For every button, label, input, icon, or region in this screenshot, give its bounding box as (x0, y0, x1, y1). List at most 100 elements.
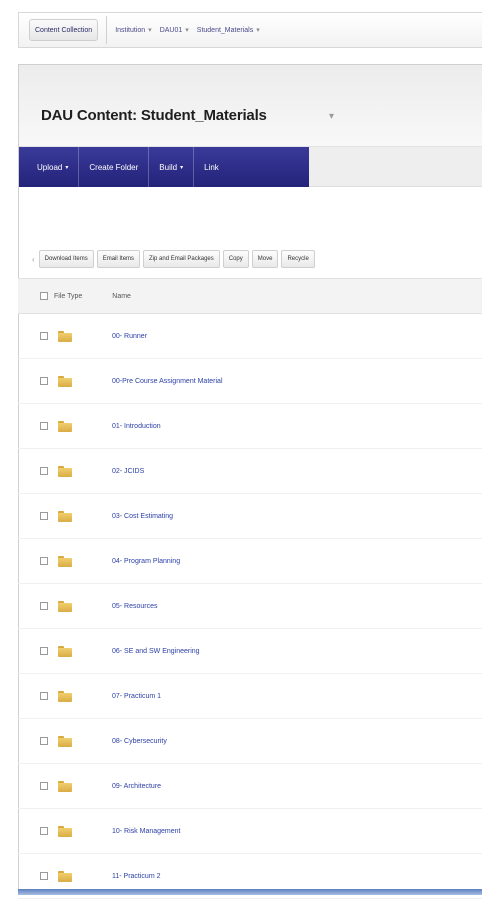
breadcrumb: Content Collection Institution ▾ DAU01 ▾… (18, 12, 482, 48)
chevron-down-icon: ▾ (65, 164, 69, 171)
create-folder-button[interactable]: Create Folder (79, 147, 150, 187)
breadcrumb-label: Student_Materials (196, 26, 254, 34)
table-row[interactable]: 10- Risk Management (18, 809, 482, 854)
folder-icon (58, 735, 72, 747)
folder-icon (58, 510, 72, 522)
button-label: Download Items (44, 256, 88, 262)
table-row[interactable]: 05- Resources (18, 584, 482, 629)
folder-name-link[interactable]: 09- Architecture (112, 783, 161, 790)
button-label: Recycle (287, 256, 309, 262)
file-table: File Type Name 00- Runner 00-Pre Course A… (18, 278, 482, 899)
row-checkbox[interactable] (40, 332, 48, 340)
chevron-down-icon[interactable]: ▾ (185, 26, 189, 34)
breadcrumb-label: Institution (115, 26, 146, 34)
row-checkbox[interactable] (40, 512, 48, 520)
row-checkbox[interactable] (40, 737, 48, 745)
folder-name-link[interactable]: 06- SE and SW Engineering (112, 648, 200, 655)
upload-label: Upload (37, 162, 63, 172)
chevron-down-icon: ▾ (180, 164, 184, 171)
breadcrumb-item-folder[interactable]: Student_Materials ▾ (196, 26, 260, 35)
row-checkbox[interactable] (40, 377, 48, 385)
build-button[interactable]: Build ▾ (149, 147, 195, 187)
row-checkbox[interactable] (40, 422, 48, 430)
column-header-file-type[interactable]: File Type (54, 293, 82, 300)
copy-button[interactable]: Copy (222, 250, 249, 268)
folder-icon (58, 690, 72, 702)
folder-name-link[interactable]: 05- Resources (112, 603, 158, 610)
folder-name-link[interactable]: 04- Program Planning (112, 558, 180, 565)
row-checkbox[interactable] (40, 647, 48, 655)
link-button[interactable]: Link (194, 147, 229, 187)
folder-icon (58, 330, 72, 342)
row-checkbox[interactable] (40, 692, 48, 700)
chevron-down-icon[interactable]: ▾ (148, 26, 152, 34)
toolbar-handle-icon: ‹ (32, 254, 35, 264)
row-checkbox[interactable] (40, 782, 48, 790)
link-label: Link (204, 162, 219, 172)
table-row[interactable]: 06- SE and SW Engineering (18, 629, 482, 674)
table-row[interactable]: 09- Architecture (18, 764, 482, 809)
table-row[interactable]: 02- JCIDS (18, 449, 482, 494)
folder-icon (58, 600, 72, 612)
file-action-toolbar: ‹ Download Items Email Items Zip and Ema… (32, 250, 318, 268)
zip-and-email-button[interactable]: Zip and Email Packages (143, 250, 220, 268)
button-label: Zip and Email Packages (149, 256, 214, 262)
folder-name-link[interactable]: 10- Risk Management (112, 828, 180, 835)
content-collection-label: Content Collection (35, 26, 93, 34)
email-items-button[interactable]: Email Items (96, 250, 141, 268)
row-checkbox[interactable] (40, 557, 48, 565)
folder-icon (58, 555, 72, 567)
table-body: 00- Runner 00-Pre Course Assignment Mater… (18, 314, 482, 899)
table-row[interactable]: 00-Pre Course Assignment Material (18, 359, 482, 404)
row-checkbox[interactable] (40, 602, 48, 610)
divider (106, 16, 108, 44)
table-row[interactable]: 00- Runner (18, 314, 482, 359)
upload-button[interactable]: Upload ▾ (27, 147, 80, 187)
folder-name-link[interactable]: 00-Pre Course Assignment Material (112, 378, 223, 385)
page-title: DAU Content: Student_Materials (41, 107, 267, 124)
button-label: Copy (228, 256, 243, 262)
folder-icon (58, 645, 72, 657)
select-all-checkbox[interactable] (40, 292, 48, 300)
folder-icon (58, 420, 72, 432)
button-label: Email Items (102, 256, 135, 262)
chevron-down-icon[interactable]: ▾ (329, 111, 334, 122)
table-row[interactable]: 03- Cost Estimating (18, 494, 482, 539)
recycle-button[interactable]: Recycle (281, 250, 315, 268)
folder-icon (58, 375, 72, 387)
create-folder-label: Create Folder (89, 162, 139, 172)
build-label: Build (159, 162, 178, 172)
move-button[interactable]: Move (251, 250, 279, 268)
taskbar-edge (18, 889, 482, 895)
table-row[interactable]: 08- Cybersecurity (18, 719, 482, 764)
folder-icon (58, 870, 72, 882)
table-row[interactable]: 07- Practicum 1 (18, 674, 482, 719)
table-header: File Type Name (18, 278, 482, 314)
button-label: Move (257, 256, 273, 262)
folder-name-link[interactable]: 07- Practicum 1 (112, 693, 161, 700)
folder-icon (58, 465, 72, 477)
table-row[interactable]: 04- Program Planning (18, 539, 482, 584)
breadcrumb-item-course[interactable]: DAU01 ▾ (159, 26, 189, 35)
chevron-down-icon[interactable]: ▾ (256, 26, 260, 34)
folder-name-link[interactable]: 11- Practicum 2 (112, 873, 161, 880)
folder-name-link[interactable]: 03- Cost Estimating (112, 513, 173, 520)
row-checkbox[interactable] (40, 827, 48, 835)
table-row[interactable]: 01- Introduction (18, 404, 482, 449)
action-button-group: Upload ▾ Create Folder Build ▾ Link (19, 147, 309, 187)
folder-name-link[interactable]: 08- Cybersecurity (112, 738, 167, 745)
action-bar: Upload ▾ Create Folder Build ▾ Link (19, 147, 482, 187)
column-header-name[interactable]: Name (112, 293, 131, 300)
folder-name-link[interactable]: 00- Runner (112, 333, 147, 340)
row-checkbox[interactable] (40, 872, 48, 880)
breadcrumb-item-institution[interactable]: Institution ▾ (115, 26, 152, 35)
download-items-button[interactable]: Download Items (38, 250, 94, 268)
folder-icon (58, 825, 72, 837)
row-checkbox[interactable] (40, 467, 48, 475)
folder-name-link[interactable]: 01- Introduction (112, 423, 161, 430)
content-collection-button[interactable]: Content Collection (29, 19, 99, 41)
folder-name-link[interactable]: 02- JCIDS (112, 468, 144, 475)
folder-icon (58, 780, 72, 792)
panel-header: DAU Content: Student_Materials ▾ (19, 65, 482, 147)
breadcrumb-label: DAU01 (159, 26, 183, 34)
